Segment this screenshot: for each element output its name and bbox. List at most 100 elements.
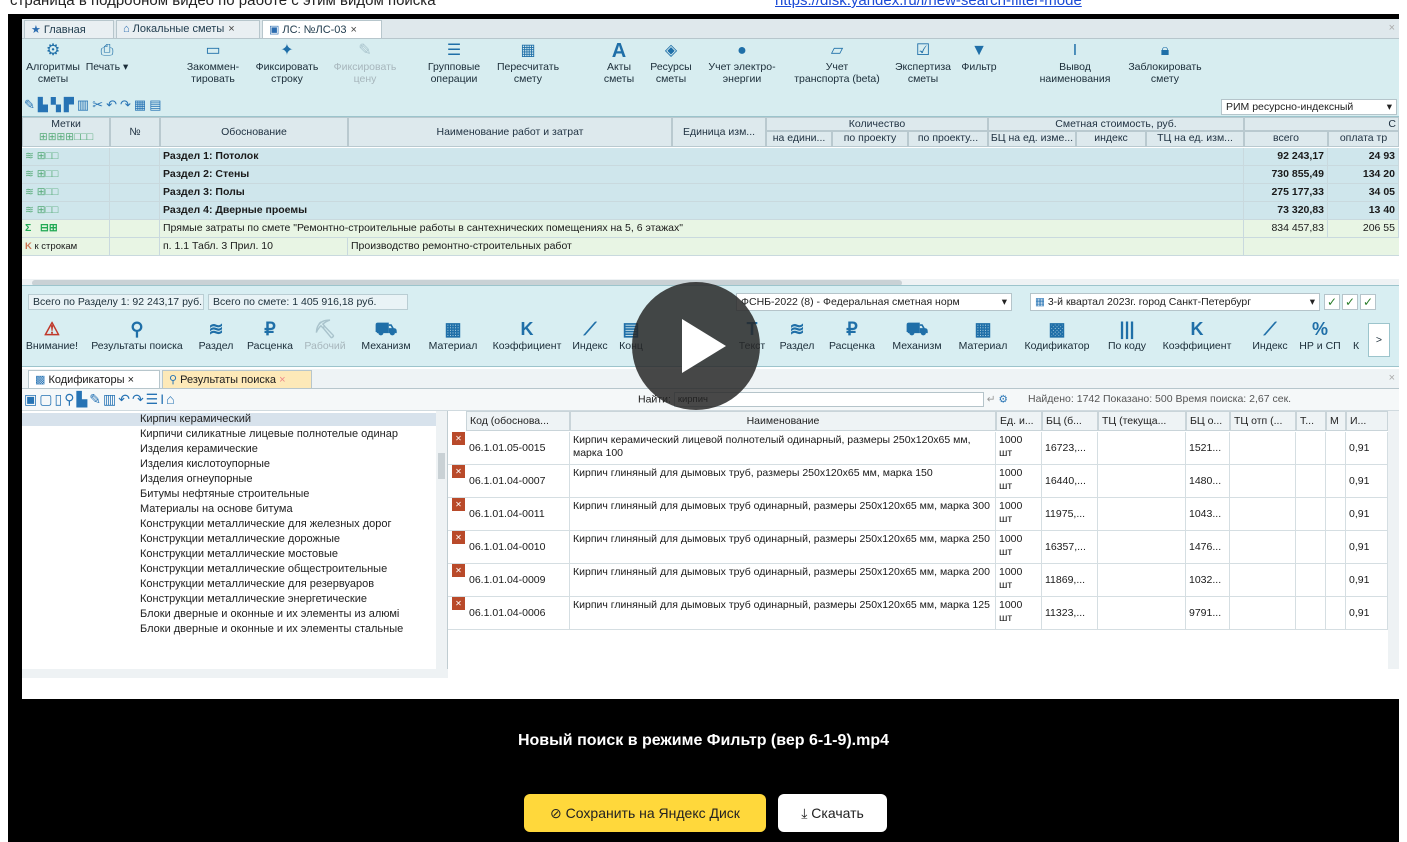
- ribbon2-button[interactable]: ▦ Материал: [952, 318, 1014, 352]
- check-icon[interactable]: ✓: [1324, 294, 1340, 310]
- ribbon2-button[interactable]: ⟋ Индекс: [1248, 318, 1292, 352]
- coef-row[interactable]: K к строкам п. 1.1 Табл. 3 Прил. 10 Прои…: [22, 238, 1399, 256]
- cut-icon[interactable]: ✂: [92, 97, 106, 112]
- lock-button[interactable]: 🔒︎ Заблокировать смету: [1120, 41, 1210, 85]
- trash-icon[interactable]: ▥: [103, 391, 118, 407]
- recalc-button[interactable]: ▦ Пересчитать смету: [488, 41, 568, 85]
- acts-button[interactable]: A Акты сметы: [596, 41, 642, 85]
- row-marks[interactable]: ≋ ⊞□□: [22, 202, 110, 219]
- expand-icon[interactable]: ▦: [134, 97, 149, 112]
- close-icon[interactable]: ×: [1389, 372, 1395, 384]
- page-top-link[interactable]: https://disk.yandex.ru/i/new-search-filt…: [775, 0, 1082, 9]
- results-header[interactable]: И...: [1346, 411, 1388, 431]
- check-icon[interactable]: ✓: [1360, 294, 1376, 310]
- close-icon[interactable]: ×: [351, 24, 357, 36]
- tab-codifiers[interactable]: ▩ Кодификаторы ×: [28, 370, 160, 388]
- resources-button[interactable]: ◈ Ресурсы сметы: [646, 41, 696, 85]
- expertise-button[interactable]: ☑ Экспертиза сметы: [890, 41, 956, 85]
- expand-buttons[interactable]: ⊞⊞⊞⊞□□□: [39, 131, 93, 143]
- ribbon2-button[interactable]: ≋ Раздел: [774, 318, 820, 352]
- ribbon2-button[interactable]: ⛟ Механизм: [352, 318, 420, 352]
- redo-icon[interactable]: ↷: [132, 391, 146, 407]
- trash-icon[interactable]: ▥: [77, 97, 92, 112]
- tree-item[interactable]: Конструкции металлические для железных д…: [140, 518, 392, 531]
- ribbon2-button[interactable]: ▩ Кодификатор: [1016, 318, 1098, 352]
- home-icon[interactable]: ⌂: [166, 391, 176, 407]
- save-to-disk-button[interactable]: ⊘ Сохранить на Яндекс Диск: [524, 794, 766, 832]
- table-row[interactable]: ✕ 06.1.01.04-0011 Кирпич глиняный для ды…: [448, 498, 1399, 531]
- copy-icon[interactable]: ▙: [76, 391, 89, 407]
- download-button[interactable]: ⤓ Скачать: [778, 794, 887, 832]
- ribbon2-button[interactable]: ≋ Раздел: [192, 318, 240, 352]
- method-select[interactable]: РИМ ресурсно-индексный ▾: [1221, 99, 1397, 115]
- table-row[interactable]: ≋ ⊞□□ Раздел 2: Стены 730 855,49 134 20: [22, 166, 1399, 184]
- close-icon[interactable]: ×: [228, 23, 234, 35]
- table-row[interactable]: ≋ ⊞□□ Раздел 1: Потолок 92 243,17 24 93: [22, 148, 1399, 166]
- results-scrollbar[interactable]: [1388, 411, 1399, 669]
- video-player[interactable]: ★ Главная ⌂ Локальные сметы × ▣ ЛС: №ЛС-03 × …: [8, 14, 1399, 842]
- sum-row[interactable]: Σ ⊟⊞ Прямые затраты по смете "Ремонтно-с…: [22, 220, 1399, 238]
- results-header[interactable]: ТЦ отп (...: [1230, 411, 1296, 431]
- list-icon[interactable]: ☰: [146, 391, 161, 407]
- tree-item[interactable]: Кирпич керамический: [22, 413, 436, 426]
- tree-item[interactable]: Конструкции металлические мостовые: [140, 548, 338, 561]
- tree-item[interactable]: Конструкции металлические для резервуаро…: [140, 578, 374, 591]
- results-header[interactable]: Наименование: [570, 411, 996, 431]
- collapse-icon[interactable]: ▤: [149, 97, 164, 112]
- tree-hscrollbar[interactable]: [22, 669, 448, 678]
- row-marks[interactable]: ≋ ⊞□□: [22, 166, 110, 183]
- fix-price-button[interactable]: ✎ Фиксировать цену: [328, 41, 402, 85]
- ribbon2-button[interactable]: ⚠ Внимание!: [22, 318, 82, 352]
- names-output-button[interactable]: I Вывод наименования: [1034, 41, 1116, 85]
- tree-item[interactable]: Конструкции металлические энергетические: [140, 593, 367, 606]
- energy-button[interactable]: ● Учет электро- энергии: [700, 41, 784, 85]
- fix-row-button[interactable]: ✦ Фиксировать строку: [250, 41, 324, 85]
- tree-scrollbar[interactable]: [436, 411, 447, 669]
- table-row[interactable]: ✕ 06.1.01.05-0015 Кирпич керамический ли…: [448, 432, 1399, 465]
- quick-toolbar[interactable]: ✎▙▚▛▥✂↶↷▦▤: [24, 97, 165, 113]
- results-header[interactable]: ТЦ (текуща...: [1098, 411, 1186, 431]
- table-row[interactable]: ≋ ⊞□□ Раздел 3: Полы 275 177,33 34 05: [22, 184, 1399, 202]
- table-row[interactable]: ✕ 06.1.01.04-0007 Кирпич глиняный для ды…: [448, 465, 1399, 498]
- tree-item[interactable]: Изделия огнеупорные: [140, 473, 252, 486]
- results-header[interactable]: М: [1326, 411, 1346, 431]
- tab-local-estimates[interactable]: ⌂ Локальные сметы ×: [116, 20, 260, 38]
- ribbon2-button[interactable]: ⟋ Индекс: [570, 318, 610, 352]
- copy-icon[interactable]: ▙: [38, 97, 51, 112]
- ribbon2-button[interactable]: K Коэффициент: [1156, 318, 1238, 352]
- norm-base-select[interactable]: ФСНБ-2022 (8) - Федеральная сметная норм…: [736, 293, 1012, 311]
- close-icon[interactable]: ×: [128, 374, 134, 386]
- table-row[interactable]: ≋ ⊞□□ Раздел 4: Дверные проемы 73 320,83…: [22, 202, 1399, 220]
- ribbon2-button[interactable]: ₽ Расценка: [822, 318, 882, 352]
- edit-icon[interactable]: ✎: [89, 391, 103, 407]
- check-icon[interactable]: ✓: [1342, 294, 1358, 310]
- settings-icon[interactable]: ⚙: [998, 393, 1007, 405]
- ribbon2-button[interactable]: ₽ Расценка: [242, 318, 298, 352]
- ribbon2-button[interactable]: ⛏ Рабочий: [300, 318, 350, 352]
- tree-item[interactable]: Изделия керамические: [140, 443, 258, 456]
- results-header[interactable]: БЦ о...: [1186, 411, 1230, 431]
- ribbon2-button[interactable]: ▦ Материал: [422, 318, 484, 352]
- ribbon2-button[interactable]: К: [1348, 318, 1364, 352]
- table-row[interactable]: ✕ 06.1.01.04-0006 Кирпич глиняный для ды…: [448, 597, 1399, 630]
- ribbon2-button[interactable]: ⛟ Механизм: [884, 318, 950, 352]
- codifier-toolbar[interactable]: ▣▢▯⚲▙✎▥↶↷☰I⌂: [24, 391, 177, 408]
- search-icon[interactable]: ⚲: [64, 391, 76, 407]
- table-row[interactable]: ✕ 06.1.01.04-0009 Кирпич глиняный для ды…: [448, 564, 1399, 597]
- book-icon[interactable]: ▯: [54, 391, 64, 407]
- results-header[interactable]: Т...: [1296, 411, 1326, 431]
- results-header[interactable]: БЦ (б...: [1042, 411, 1098, 431]
- ribbon2-button[interactable]: % НР и СП: [1294, 318, 1346, 352]
- results-header[interactable]: Ед. и...: [996, 411, 1042, 431]
- comment-button[interactable]: ▭ Закоммен- тировать: [182, 41, 244, 85]
- period-select[interactable]: ▦ 3-й квартал 2023г. город Санкт-Петербу…: [1030, 293, 1320, 311]
- print-button[interactable]: ⎙ Печать ▾: [82, 41, 132, 73]
- row-marks[interactable]: ≋ ⊞□□: [22, 184, 110, 201]
- results-header[interactable]: Код (обоснова...: [466, 411, 570, 431]
- ribbon2-button[interactable]: ⚲ Результаты поиска: [84, 318, 190, 352]
- row-marks[interactable]: ≋ ⊞□□: [22, 148, 110, 165]
- tab-ls-03[interactable]: ▣ ЛС: №ЛС-03 ×: [262, 20, 382, 38]
- undo-icon[interactable]: ↶: [118, 391, 132, 407]
- algorithms-button[interactable]: ⚙ Алгоритмы сметы: [26, 41, 80, 85]
- paste-icon[interactable]: ▚: [51, 97, 64, 112]
